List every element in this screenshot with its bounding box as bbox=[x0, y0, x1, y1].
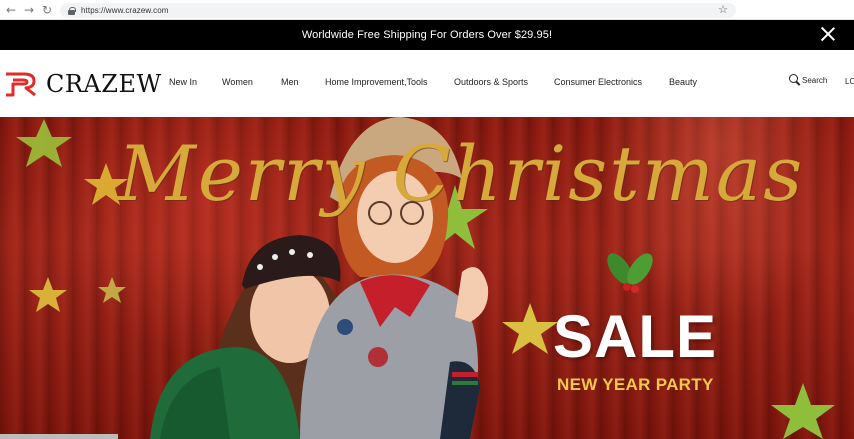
main-nav: New In Women Men Home Improvement,Tools … bbox=[0, 77, 854, 91]
search-label: Search bbox=[802, 75, 828, 85]
site-header: CRAZEW New In Women Men Home Improvement… bbox=[0, 50, 854, 117]
url-text[interactable]: https://www.crazew.com bbox=[81, 6, 169, 15]
nav-item-women[interactable]: Women bbox=[222, 77, 253, 87]
horizontal-scrollbar[interactable] bbox=[0, 434, 118, 439]
nav-item-beauty[interactable]: Beauty bbox=[669, 77, 697, 87]
search-icon bbox=[789, 74, 801, 86]
hero-banner[interactable]: Merry Christmas SALE NEW YEAR PARTY bbox=[0, 117, 854, 439]
arrow-left-icon[interactable]: ← bbox=[2, 0, 20, 20]
lock-icon bbox=[68, 6, 76, 15]
star-decoration bbox=[29, 277, 67, 312]
announcement-bar: Worldwide Free Shipping For Orders Over … bbox=[0, 20, 854, 50]
nav-item-new-in[interactable]: New In bbox=[169, 77, 197, 87]
hero-sale-text: SALE bbox=[553, 303, 718, 370]
nav-item-home-improvement[interactable]: Home Improvement,Tools bbox=[325, 77, 428, 87]
holly-decoration bbox=[607, 253, 653, 293]
hero-subtitle: NEW YEAR PARTY bbox=[557, 375, 714, 394]
nav-item-outdoors-sports[interactable]: Outdoors & Sports bbox=[454, 77, 528, 87]
reload-icon[interactable]: ↻ bbox=[38, 0, 56, 20]
star-decoration bbox=[98, 277, 126, 303]
arrow-right-icon[interactable]: → bbox=[20, 0, 38, 20]
hero-script-heading: Merry Christmas bbox=[118, 129, 805, 218]
star-decoration bbox=[502, 303, 558, 354]
nav-item-men[interactable]: Men bbox=[281, 77, 299, 87]
nav-item-consumer-electronics[interactable]: Consumer Electronics bbox=[554, 77, 642, 87]
address-bar[interactable]: https://www.crazew.com ☆ bbox=[60, 3, 736, 18]
announcement-text: Worldwide Free Shipping For Orders Over … bbox=[301, 29, 553, 41]
login-link[interactable]: LO bbox=[845, 77, 854, 86]
star-decoration bbox=[771, 383, 835, 439]
browser-toolbar: ← → ↻ https://www.crazew.com ☆ bbox=[0, 0, 854, 20]
star-icon[interactable]: ☆ bbox=[718, 3, 728, 16]
star-decoration bbox=[16, 119, 72, 167]
search-button[interactable]: Search bbox=[789, 74, 827, 86]
close-icon[interactable] bbox=[820, 26, 836, 42]
